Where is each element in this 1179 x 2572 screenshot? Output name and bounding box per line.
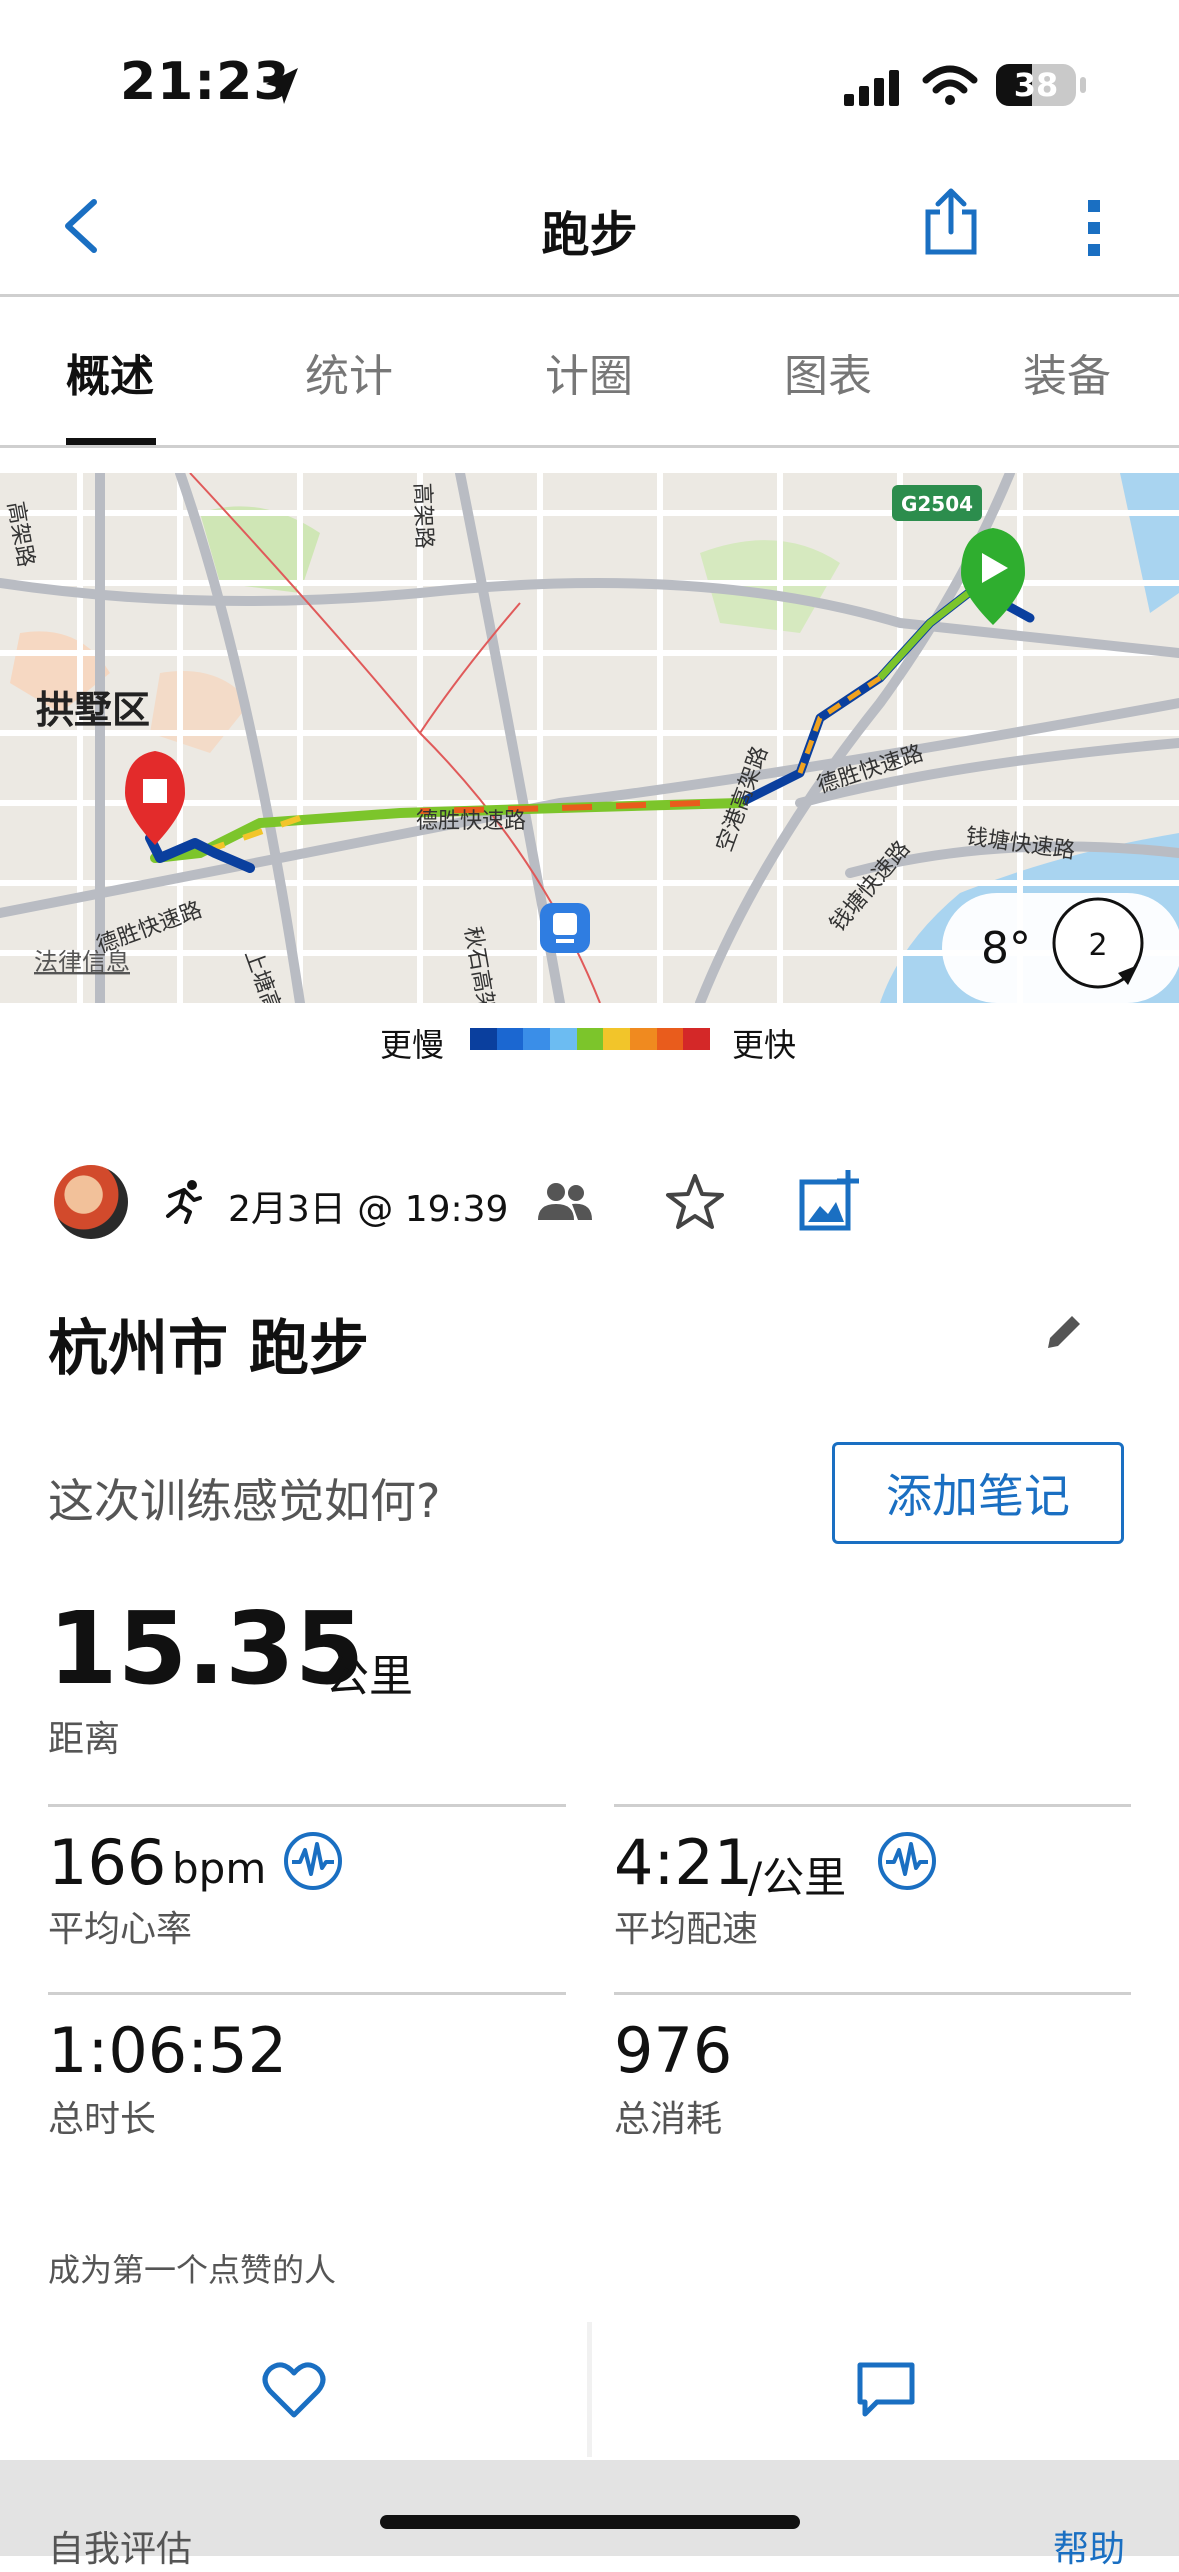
avatar[interactable] — [54, 1165, 128, 1239]
like-button[interactable] — [0, 2322, 587, 2457]
pace-unit: /公里 — [748, 1853, 847, 1902]
road-label: 德胜快速路 — [416, 809, 526, 834]
tab-stats[interactable]: 统计 — [259, 340, 439, 404]
wind-speed: 2 — [1088, 928, 1107, 963]
more-options-icon[interactable] — [1084, 196, 1104, 260]
district-label: 拱墅区 — [36, 688, 150, 732]
page-title: 跑步 — [541, 207, 638, 263]
self-evaluation-label: 自我评估 — [48, 2529, 193, 2570]
road-shield-label: G2504 — [901, 492, 973, 516]
legend-slow-label: 更慢 — [380, 1026, 445, 1064]
battery-level: 38 — [1013, 66, 1059, 104]
comment-icon — [857, 2362, 914, 2416]
comment-button[interactable] — [592, 2322, 1179, 2457]
location-arrow-icon — [266, 68, 298, 104]
weather-temp: 8° — [981, 923, 1031, 974]
heart-rate-value: 166 — [48, 1826, 167, 1899]
tab-laps[interactable]: 计圈 — [499, 340, 679, 404]
tab-overview[interactable]: 概述 — [20, 340, 200, 404]
calories-label: 总消耗 — [614, 2099, 723, 2140]
tab-gear[interactable]: 装备 — [977, 340, 1157, 404]
distance-value: 15.35 — [48, 1590, 365, 1707]
help-link[interactable]: 帮助 — [1053, 2520, 1125, 2572]
cellular-signal-icon — [844, 70, 899, 106]
route-map[interactable]: 德胜快速路 德胜快速路 德胜快速路 上塘高架 秋石高架 空港高架路 钱塘快速路 … — [0, 473, 1179, 1003]
stat-divider — [614, 1804, 1131, 1807]
battery-tip — [1080, 77, 1086, 93]
road-label: 高架路 — [409, 482, 436, 549]
home-indicator — [380, 2515, 800, 2529]
privacy-people-icon[interactable] — [536, 1180, 594, 1224]
pace-legend-bar — [470, 1028, 711, 1050]
distance-label: 距离 — [48, 1719, 121, 1760]
calories-value: 976 — [614, 2014, 733, 2087]
pace-value: 4:21 — [614, 1826, 754, 1899]
feeling-question: 这次训练感觉如何? — [48, 1474, 441, 1528]
wifi-icon — [922, 65, 978, 105]
stat-divider — [48, 1992, 566, 1995]
active-tab-indicator — [66, 438, 156, 445]
header-divider — [0, 294, 1179, 297]
add-note-button[interactable]: 添加笔记 — [832, 1442, 1124, 1544]
map-canvas: 德胜快速路 德胜快速路 德胜快速路 上塘高架 秋石高架 空港高架路 钱塘快速路 … — [0, 473, 1179, 1003]
battery-icon: 38 — [996, 64, 1076, 106]
duration-value: 1:06:52 — [48, 2014, 288, 2087]
weather-widget: 8° 2 — [942, 893, 1179, 1003]
heart-rate-chart-icon[interactable] — [282, 1830, 344, 1892]
favorite-star-icon[interactable] — [664, 1172, 726, 1232]
heart-icon — [262, 2361, 325, 2417]
distance-unit: 公里 — [325, 1651, 413, 1702]
edit-pencil-icon[interactable] — [1042, 1310, 1086, 1354]
tabs-divider — [0, 445, 1179, 448]
duration-label: 总时长 — [48, 2099, 157, 2140]
legal-link[interactable]: 法律信息 — [34, 948, 130, 976]
pace-chart-icon[interactable] — [876, 1830, 938, 1892]
activity-date: 2月3日 @ 19:39 — [228, 1189, 509, 1230]
pace-label: 平均配速 — [614, 1909, 759, 1950]
like-prompt: 成为第一个点赞的人 — [48, 2251, 337, 2289]
legend-fast-label: 更快 — [732, 1026, 797, 1064]
running-icon — [166, 1180, 202, 1224]
activity-title: 杭州市 跑步 — [48, 1314, 369, 1384]
add-photo-icon[interactable] — [798, 1168, 862, 1232]
metro-icon — [540, 903, 590, 953]
stat-divider — [48, 1804, 566, 1807]
stat-divider — [614, 1992, 1131, 1995]
heart-rate-label: 平均心率 — [48, 1909, 193, 1950]
heart-rate-unit: bpm — [172, 1844, 267, 1893]
tab-charts[interactable]: 图表 — [738, 340, 918, 404]
share-icon[interactable] — [920, 186, 982, 258]
